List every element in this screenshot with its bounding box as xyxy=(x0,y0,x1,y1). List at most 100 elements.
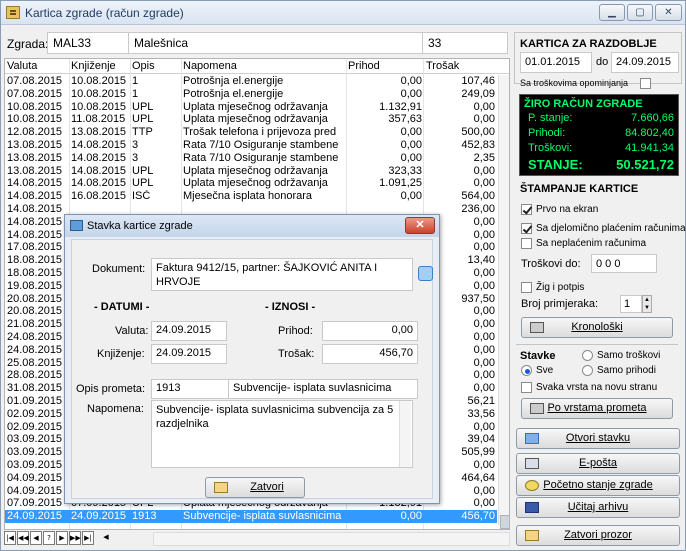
minimize-button[interactable]: ▁ xyxy=(599,4,625,21)
expense-value: 41.941,34 xyxy=(625,142,674,154)
document-field: Faktura 9412/15, partner: ŠAJKOVIĆ ANITA… xyxy=(151,258,413,291)
opening-costs-checkbox[interactable] xyxy=(640,78,651,89)
costs-to-label: Troškovi do: xyxy=(521,258,581,270)
table-cell: 1 xyxy=(132,75,139,87)
scroll-thumb[interactable] xyxy=(500,515,509,529)
table-row[interactable]: 13.08.2015 14.08.2015 3 Rata 7/10 Osiguranj… xyxy=(5,152,497,165)
dialog-close-button[interactable]: ✕ xyxy=(405,217,435,234)
table-cell: 02.09.2015 xyxy=(7,420,63,433)
value-date-field[interactable]: 24.09.2015 xyxy=(151,321,227,341)
table-cell: 14.08.2015 xyxy=(71,177,127,190)
table-cell: 13.08.2015 xyxy=(7,139,63,151)
unpaid-checkbox[interactable] xyxy=(521,238,532,249)
table-row[interactable]: 07.08.2015 10.08.2015 1 Potrošnja el.energi… xyxy=(5,88,497,101)
table-row[interactable]: 13.08.2015 14.08.2015 3 Rata 7/10 Osiguranj… xyxy=(5,139,497,152)
partial-paid-checkbox[interactable] xyxy=(521,223,532,234)
table-cell: 24.08.2015 xyxy=(7,331,63,343)
table-row[interactable]: 10.08.2015 11.08.2015 UPL Uplata mjesečnog … xyxy=(5,113,497,126)
table-cell: 24.09.2015 xyxy=(7,510,63,523)
table-row[interactable]: 07.08.2015 10.08.2015 1 Potrošnja el.energi… xyxy=(5,75,497,88)
table-row[interactable]: 14.08.2015 16.08.2015 ISČ Mjesečna isplata … xyxy=(5,190,497,203)
by-type-button[interactable]: Po vrstama prometa xyxy=(521,398,673,419)
copies-spinner[interactable]: ▲ ▼ xyxy=(642,295,652,313)
open-item-button[interactable]: Otvori stavku xyxy=(516,428,680,449)
partial-paid-label: Sa djelomično plaćenim računima xyxy=(536,223,686,234)
print-screen-checkbox[interactable] xyxy=(521,204,532,215)
grid-horizontal-scrollbar[interactable] xyxy=(153,532,510,546)
table-cell: Potrošnja el.energije xyxy=(183,75,284,87)
table-cell: 357,63 xyxy=(388,113,422,126)
table-cell: 2,35 xyxy=(473,151,495,164)
table-cell: 0,00 xyxy=(473,113,495,126)
table-cell: 1 xyxy=(132,87,139,100)
grid-vertical-scrollbar[interactable] xyxy=(498,75,509,529)
nav-prev-page-button[interactable]: ◀◀ xyxy=(17,531,29,545)
table-cell: 14.08.2015 xyxy=(71,164,127,177)
dialog-close-text-button[interactable]: Zatvori xyxy=(205,477,305,498)
col-trosak[interactable]: Trošak xyxy=(426,60,459,72)
initial-state-button[interactable]: Početno stanje zgrade xyxy=(516,475,680,496)
radio-only-costs[interactable] xyxy=(582,350,593,361)
period-title: KARTICA ZA RAZDOBLJE xyxy=(520,38,657,50)
document-lookup-icon[interactable] xyxy=(418,266,433,281)
radio-only-income[interactable] xyxy=(582,365,593,376)
new-page-checkbox[interactable] xyxy=(521,382,532,393)
table-cell: 13.08.2015 xyxy=(7,164,63,177)
table-cell: UPL xyxy=(132,177,154,190)
table-row[interactable]: 10.08.2015 10.08.2015 UPL Uplata mjesečnog … xyxy=(5,101,497,114)
col-valuta[interactable]: Valuta xyxy=(7,60,37,72)
nav-next-page-button[interactable]: ▶▶ xyxy=(69,531,81,545)
description-code-field[interactable]: 1913 xyxy=(151,379,229,399)
nav-prev-button[interactable]: ◀ xyxy=(30,531,42,545)
table-cell: 16.08.2015 xyxy=(71,190,127,203)
hscroll-left-arrow[interactable]: ◀ xyxy=(100,531,112,545)
maximize-button[interactable]: ▢ xyxy=(627,4,653,21)
booking-date-field[interactable]: 24.09.2015 xyxy=(151,344,227,364)
table-row[interactable]: 12.08.2015 13.08.2015 TTP Trošak telefona i… xyxy=(5,126,497,139)
close-window-button[interactable]: Zatvori prozor xyxy=(516,525,680,546)
nav-last-button[interactable]: ▶| xyxy=(82,531,94,545)
table-cell: 500,00 xyxy=(461,126,495,139)
col-knjizenje[interactable]: Knjiženje xyxy=(71,60,116,72)
table-row[interactable]: 24.09.2015 24.09.2015 1913 Subvencije- ispl… xyxy=(5,510,497,524)
table-cell: 0,00 xyxy=(400,151,422,164)
table-cell: UPL xyxy=(132,164,154,177)
table-cell: 03.09.2015 xyxy=(7,433,63,446)
costs-to-field[interactable]: 0 0 0 xyxy=(591,254,657,273)
table-cell: 03.09.2015 xyxy=(7,446,63,459)
table-row[interactable]: 14.08.2015 14.08.2015 UPL Uplata mjesečnog … xyxy=(5,177,497,190)
stamp-checkbox[interactable] xyxy=(521,282,532,293)
income-field[interactable]: 0,00 xyxy=(322,321,418,341)
chronological-button[interactable]: Kronološki xyxy=(521,317,673,338)
table-cell: 14.08.2015 xyxy=(71,151,127,164)
load-archive-button[interactable]: Učitaj arhivu xyxy=(516,497,680,518)
description-name-field: Subvencije- isplata suvlasnicima xyxy=(228,379,418,399)
col-napomena[interactable]: Napomena xyxy=(183,60,237,72)
email-button[interactable]: E-pošta xyxy=(516,453,680,474)
table-cell: ISČ xyxy=(132,190,151,203)
nav-first-button[interactable]: |◀ xyxy=(4,531,16,545)
print-screen-label: Prvo na ekran xyxy=(536,204,599,215)
building-code-field[interactable]: MAL33 xyxy=(47,32,129,54)
all-label: Sve xyxy=(536,365,554,376)
col-opis[interactable]: Opis xyxy=(132,60,155,72)
opening-costs-label: Sa troškovima opominjanja xyxy=(520,78,629,88)
copies-input[interactable]: 1 xyxy=(620,295,642,313)
table-cell: Uplata mjesečnog održavanja xyxy=(183,164,328,177)
table-cell: 3 xyxy=(132,139,139,151)
close-button[interactable]: ✕ xyxy=(655,4,682,21)
note-field[interactable]: Subvencije- isplata suvlasnicima subvenc… xyxy=(151,400,413,468)
only-costs-label: Samo troškovi xyxy=(597,350,661,361)
table-cell: 1913 xyxy=(132,510,157,523)
nav-next-button[interactable]: ▶ xyxy=(56,531,68,545)
radio-all[interactable] xyxy=(521,365,532,376)
table-cell: Mjesečna isplata honorara xyxy=(183,190,313,203)
date-from-field[interactable]: 01.01.2015 xyxy=(520,52,592,73)
table-cell: 249,09 xyxy=(461,87,495,100)
expense-field[interactable]: 456,70 xyxy=(322,344,418,364)
table-row[interactable]: 13.08.2015 14.08.2015 UPL Uplata mjesečnog … xyxy=(5,165,497,178)
date-to-field[interactable]: 24.09.2015 xyxy=(611,52,679,73)
col-prihod[interactable]: Prihod xyxy=(348,60,380,72)
nav-help-button[interactable]: ? xyxy=(43,531,55,545)
balance-label: STANJE: xyxy=(528,157,583,172)
